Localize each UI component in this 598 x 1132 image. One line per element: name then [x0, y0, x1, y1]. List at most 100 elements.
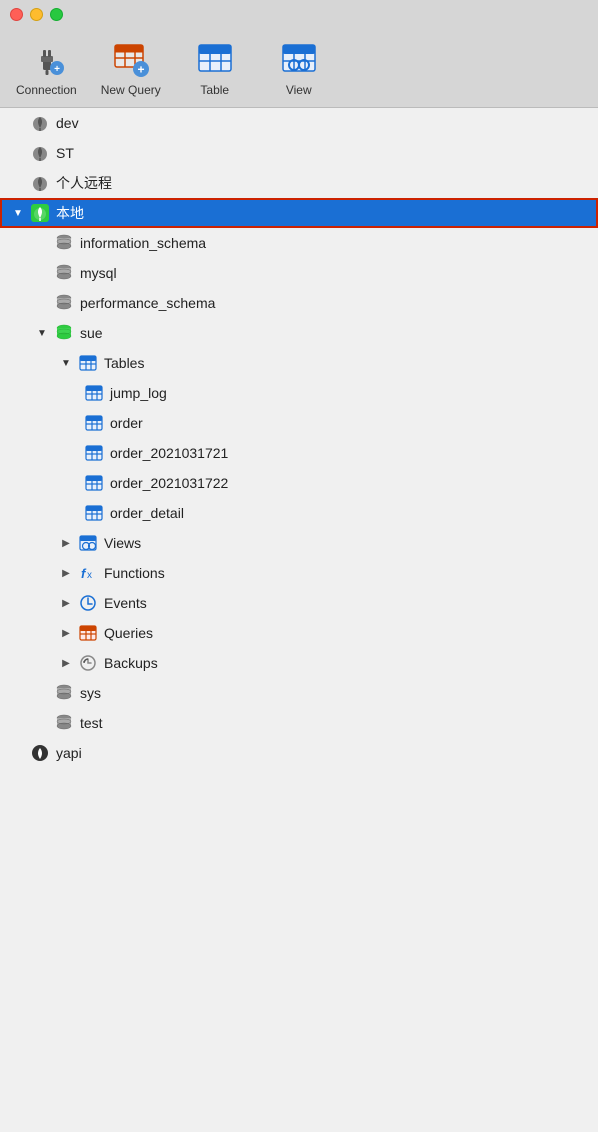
sidebar-item-local-label: 本地 — [56, 203, 84, 223]
sidebar-item-personal-remote[interactable]: 个人远程 — [0, 168, 598, 198]
close-button[interactable] — [10, 8, 23, 21]
sidebar-item-views-label: Views — [104, 535, 141, 551]
sidebar-item-order[interactable]: order — [0, 408, 598, 438]
sidebar-item-mysql[interactable]: mysql — [0, 258, 598, 288]
chevron-icon — [12, 147, 24, 159]
sidebar-item-st-label: ST — [56, 145, 74, 161]
svg-text:+: + — [137, 62, 144, 76]
sidebar-item-yapi-label: yapi — [56, 745, 82, 761]
connection-icon: + — [26, 39, 66, 79]
sidebar-item-order-2021031722[interactable]: order_2021031722 — [0, 468, 598, 498]
leaf-icon — [30, 113, 50, 133]
sidebar-item-functions-label: Functions — [104, 565, 165, 581]
chevron-right-icon: ▶ — [60, 537, 72, 549]
chevron-icon — [12, 747, 24, 759]
sidebar-item-local[interactable]: ▼ 本地 — [0, 198, 598, 228]
sidebar-item-tables-label: Tables — [104, 355, 144, 371]
minimize-button[interactable] — [30, 8, 43, 21]
toolbar: + Connection + New Query — [0, 28, 598, 108]
sidebar-item-dev-label: dev — [56, 115, 79, 131]
sidebar-item-jump-log[interactable]: jump_log — [0, 378, 598, 408]
sidebar-item-functions[interactable]: ▶ f x Functions — [0, 558, 598, 588]
functions-icon: f x — [78, 563, 98, 583]
chevron-right-icon: ▶ — [60, 597, 72, 609]
chevron-icon — [36, 267, 48, 279]
tables-icon — [78, 353, 98, 373]
chevron-right-icon: ▶ — [60, 627, 72, 639]
database-icon — [54, 683, 74, 703]
views-icon — [78, 533, 98, 553]
sidebar-item-order-detail-label: order_detail — [110, 505, 184, 521]
sidebar-item-mysql-label: mysql — [80, 265, 117, 281]
sidebar: dev ST 个人远程 ▼ — [0, 108, 598, 1132]
new-query-icon: + — [111, 39, 151, 79]
sidebar-item-information-schema-label: information_schema — [80, 235, 206, 251]
leaf-green-icon — [30, 203, 50, 223]
backups-icon — [78, 653, 98, 673]
table-row-icon — [84, 413, 104, 433]
sidebar-item-backups[interactable]: ▶ Backups — [0, 648, 598, 678]
sidebar-item-backups-label: Backups — [104, 655, 158, 671]
chevron-right-icon: ▶ — [60, 567, 72, 579]
queries-icon — [78, 623, 98, 643]
table-row-icon — [84, 503, 104, 523]
svg-text:x: x — [87, 570, 92, 581]
sidebar-item-sys[interactable]: sys — [0, 678, 598, 708]
sidebar-item-tables[interactable]: ▼ Tables — [0, 348, 598, 378]
sidebar-item-jump-log-label: jump_log — [110, 385, 167, 401]
sidebar-item-sys-label: sys — [80, 685, 101, 701]
chevron-icon — [36, 717, 48, 729]
sidebar-item-events-label: Events — [104, 595, 147, 611]
chevron-icon — [36, 237, 48, 249]
sidebar-item-order-2021031722-label: order_2021031722 — [110, 475, 228, 491]
sidebar-item-test-label: test — [80, 715, 103, 731]
chevron-icon — [12, 177, 24, 189]
database-green-icon — [54, 323, 74, 343]
sidebar-item-order-2021031721[interactable]: order_2021031721 — [0, 438, 598, 468]
sidebar-item-dev[interactable]: dev — [0, 108, 598, 138]
sidebar-item-information-schema[interactable]: information_schema — [0, 228, 598, 258]
sidebar-item-events[interactable]: ▶ Events — [0, 588, 598, 618]
sidebar-item-performance-schema-label: performance_schema — [80, 295, 215, 311]
sidebar-item-personal-remote-label: 个人远程 — [56, 173, 112, 193]
sidebar-item-order-2021031721-label: order_2021031721 — [110, 445, 228, 461]
sidebar-item-sue-label: sue — [80, 325, 103, 341]
leaf-icon — [30, 173, 50, 193]
view-toolbar-item[interactable]: View — [269, 39, 329, 97]
sidebar-item-views[interactable]: ▶ Views — [0, 528, 598, 558]
new-query-label: New Query — [101, 83, 161, 97]
sidebar-item-order-label: order — [110, 415, 143, 431]
sidebar-item-st[interactable]: ST — [0, 138, 598, 168]
database-icon — [54, 293, 74, 313]
maximize-button[interactable] — [50, 8, 63, 21]
chevron-down-icon: ▼ — [36, 327, 48, 339]
events-icon — [78, 593, 98, 613]
sidebar-item-test[interactable]: test — [0, 708, 598, 738]
svg-text:+: + — [54, 64, 60, 75]
chevron-icon — [12, 117, 24, 129]
chevron-right-icon: ▶ — [60, 657, 72, 669]
sidebar-item-order-detail[interactable]: order_detail — [0, 498, 598, 528]
chevron-down-icon: ▼ — [60, 357, 72, 369]
connection-label: Connection — [16, 83, 77, 97]
table-toolbar-item[interactable]: Table — [185, 39, 245, 97]
chevron-icon — [36, 297, 48, 309]
title-bar — [0, 0, 598, 28]
connection-toolbar-item[interactable]: + Connection — [16, 39, 77, 97]
sidebar-item-sue[interactable]: ▼ sue — [0, 318, 598, 348]
database-icon — [54, 233, 74, 253]
new-query-toolbar-item[interactable]: + New Query — [101, 39, 161, 97]
view-icon — [279, 39, 319, 79]
sidebar-item-yapi[interactable]: yapi — [0, 738, 598, 768]
table-label: Table — [200, 83, 229, 97]
table-row-icon — [84, 443, 104, 463]
sidebar-item-performance-schema[interactable]: performance_schema — [0, 288, 598, 318]
view-label: View — [286, 83, 312, 97]
table-icon — [195, 39, 235, 79]
database-icon — [54, 713, 74, 733]
chevron-down-icon: ▼ — [12, 207, 24, 219]
sidebar-item-queries[interactable]: ▶ Queries — [0, 618, 598, 648]
leaf-icon — [30, 143, 50, 163]
sidebar-item-queries-label: Queries — [104, 625, 153, 641]
yapi-icon — [30, 743, 50, 763]
